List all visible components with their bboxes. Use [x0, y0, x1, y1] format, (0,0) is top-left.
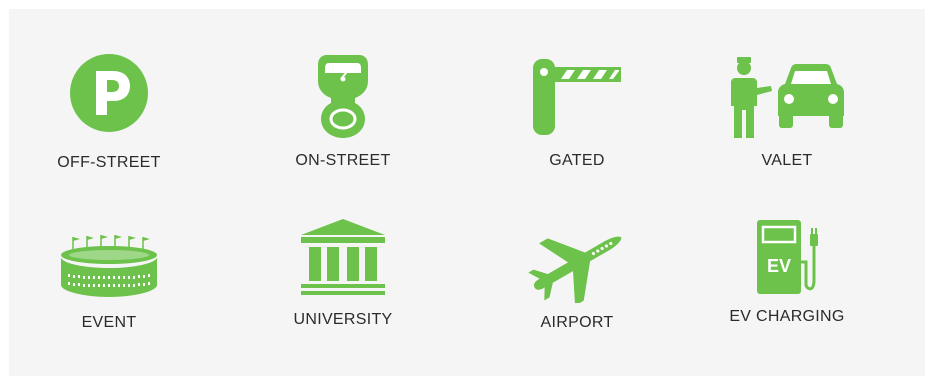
- tile-label: EVENT: [81, 314, 137, 331]
- airplane-icon: [477, 223, 677, 303]
- tile-label: UNIVERSITY: [293, 311, 393, 328]
- stadium-icon: [9, 233, 209, 299]
- parking-types-panel: OFF-STREET ON-STREET GATED VALET EVENT U…: [9, 9, 925, 376]
- tile-label: ON-STREET: [295, 152, 391, 169]
- parking-p-icon: [9, 53, 209, 133]
- tile-label: OFF-STREET: [57, 154, 161, 171]
- ev-charger-icon: EV: [687, 218, 887, 296]
- tile-label: EV CHARGING: [729, 308, 845, 325]
- valet-car-icon: [687, 54, 887, 140]
- tile-label: GATED: [549, 152, 605, 169]
- gate-barrier-icon: [477, 57, 677, 137]
- tile-label: VALET: [761, 152, 813, 169]
- ev-badge: EV: [766, 256, 791, 276]
- parking-meter-icon: [243, 51, 443, 139]
- university-building-icon: [243, 217, 443, 297]
- tile-label: AIRPORT: [540, 314, 614, 331]
